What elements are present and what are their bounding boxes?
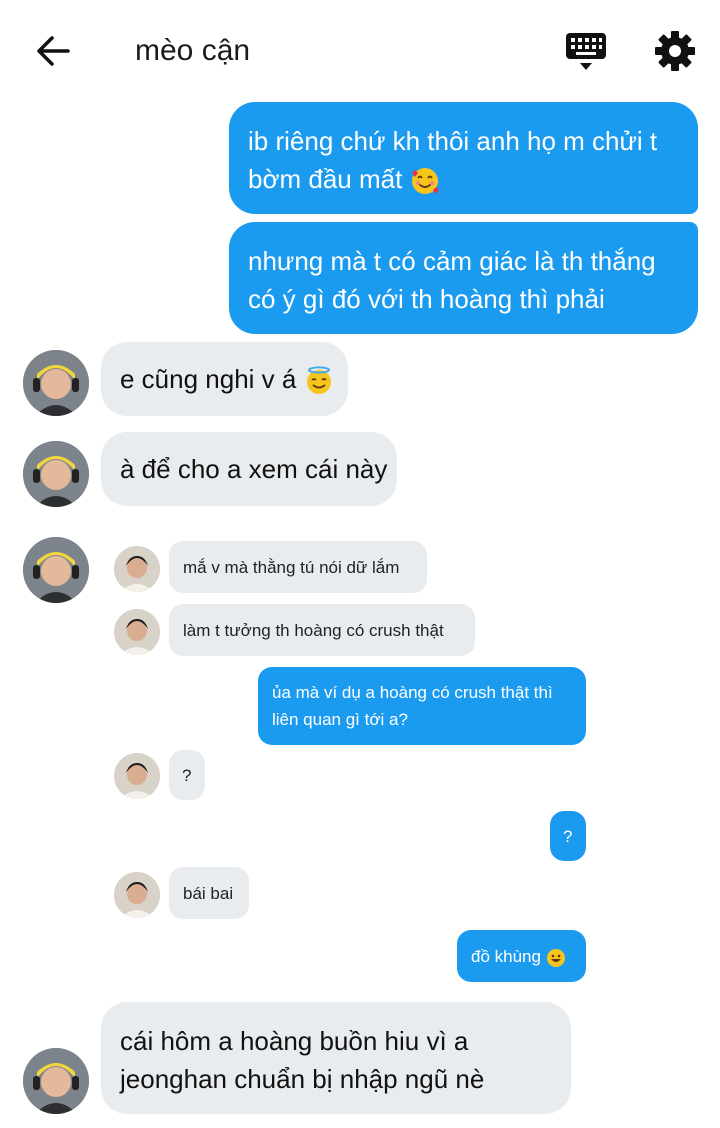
avatar	[114, 753, 160, 799]
grinning-face-icon	[546, 948, 565, 967]
message-bubble-outgoing: đồ khùng	[457, 930, 586, 982]
message-text: nhưng mà t có cảm giác là th thắng	[248, 246, 656, 276]
avatar[interactable]	[23, 441, 89, 507]
message-text: làm t tưởng th hoàng có crush thật	[183, 621, 444, 640]
message-text: à để cho a xem cái này	[120, 454, 388, 484]
keyboard-hide-icon[interactable]	[564, 30, 608, 74]
message-text: ?	[563, 827, 573, 846]
message-text: e cũng nghi v á	[120, 364, 297, 394]
avatar	[114, 546, 160, 592]
message-text: mắ v mà thằng tú nói dữ lắm	[183, 558, 400, 577]
smiling-face-with-halo-icon	[306, 366, 331, 395]
message-bubble-incoming: ?	[169, 750, 205, 800]
message-text: ?	[182, 766, 192, 785]
message-bubble-incoming: bái bai	[169, 867, 249, 919]
message-text: ib riêng chứ kh thôi anh họ m chửi t	[248, 126, 658, 156]
avatar[interactable]	[23, 537, 89, 603]
message-bubble-incoming: mắ v mà thằng tú nói dữ lắm	[169, 541, 427, 593]
message-text: bái bai	[183, 884, 234, 903]
smiling-face-with-hearts-icon	[411, 168, 439, 195]
gear-icon[interactable]	[654, 30, 696, 72]
message-bubble-outgoing: ủa mà ví dụ a hoàng có crush thật thì li…	[258, 667, 586, 745]
message-bubble-incoming: làm t tưởng th hoàng có crush thật	[169, 604, 475, 656]
message-text: cái hôm a hoàng buồn hiu vì a	[120, 1026, 469, 1056]
message-bubble-incoming[interactable]: e cũng nghi v á	[101, 342, 348, 416]
message-text: có ý gì đó với th hoàng thì phải	[248, 284, 605, 314]
message-bubble-outgoing: ?	[550, 811, 586, 861]
message-text: bờm đầu mất	[248, 164, 403, 194]
message-bubble-incoming[interactable]: cái hôm a hoàng buồn hiu vì a jeonghan c…	[101, 1002, 571, 1114]
avatar	[114, 872, 160, 918]
shared-screenshot-image[interactable]: mắ v mà thằng tú nói dữ lắm làm t tưởng …	[101, 530, 601, 992]
message-bubble-outgoing[interactable]: nhưng mà t có cảm giác là th thắng có ý …	[229, 222, 698, 334]
avatar[interactable]	[23, 1048, 89, 1114]
message-text: liên quan gì tới a?	[272, 710, 408, 729]
message-bubble-outgoing[interactable]: ib riêng chứ kh thôi anh họ m chửi t bờm…	[229, 102, 698, 214]
chat-header: mèo cận	[0, 0, 720, 100]
chat-title[interactable]: mèo cận	[135, 34, 250, 68]
message-text: jeonghan chuẩn bị nhập ngũ nè	[120, 1064, 485, 1094]
message-text: ủa mà ví dụ a hoàng có crush thật thì	[272, 683, 553, 702]
message-text: đồ khùng	[471, 947, 541, 966]
message-bubble-incoming[interactable]: à để cho a xem cái này	[101, 432, 397, 506]
avatar	[114, 609, 160, 655]
avatar[interactable]	[23, 350, 89, 416]
arrow-left-icon[interactable]	[34, 32, 72, 70]
